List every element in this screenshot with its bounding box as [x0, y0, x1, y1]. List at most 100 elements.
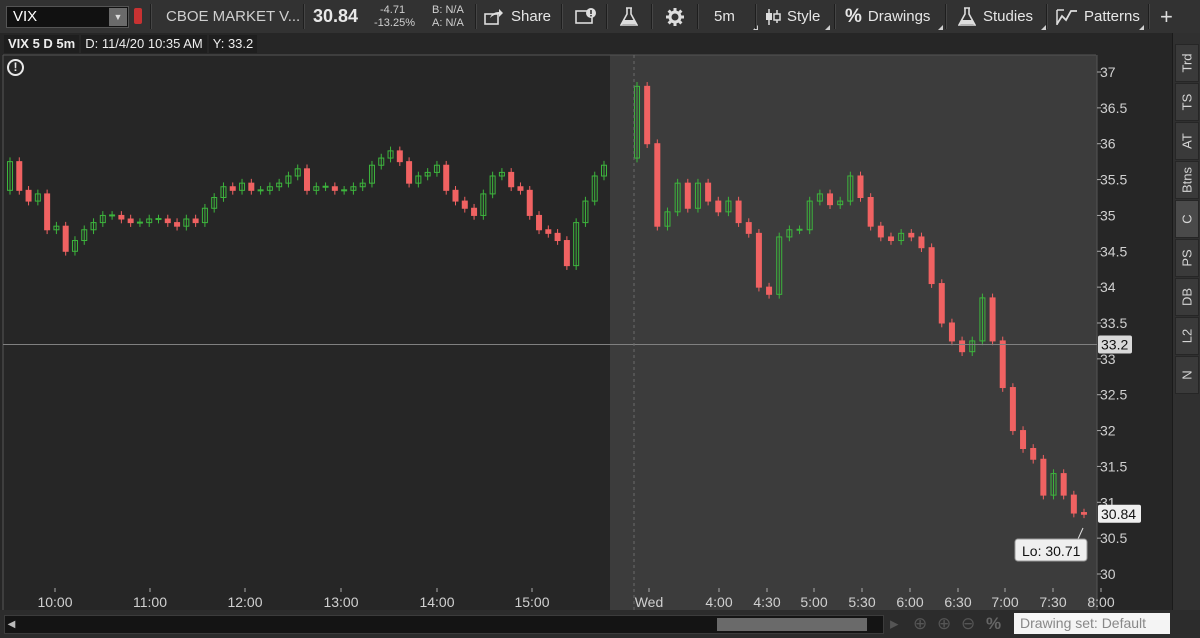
share-button[interactable]: Share	[484, 0, 551, 33]
style-button[interactable]: Style	[764, 0, 832, 33]
side-tab-n[interactable]: N	[1175, 356, 1199, 394]
price-chart[interactable]: 3736.53635.53534.53433.53332.53231.53130…	[0, 33, 1172, 610]
candle-down[interactable]	[705, 182, 712, 202]
candle-down[interactable]	[928, 247, 935, 285]
candle-down[interactable]	[1070, 494, 1077, 514]
timeframe-button[interactable]: 5m	[714, 0, 758, 33]
zoom-out-icon[interactable]: ⊖	[961, 614, 975, 634]
candle-down[interactable]	[517, 186, 524, 191]
candle-down[interactable]	[1081, 512, 1087, 515]
candle-down[interactable]	[44, 193, 51, 231]
drawing-set-field[interactable]: Drawing set: Default	[1014, 613, 1170, 634]
candle-down[interactable]	[471, 207, 478, 216]
side-tab-l2[interactable]: L2	[1175, 317, 1199, 355]
candle-down[interactable]	[999, 340, 1006, 389]
candle-down[interactable]	[396, 150, 403, 163]
alert-flag-icon[interactable]	[134, 8, 142, 24]
drawings-button[interactable]: % Drawings	[845, 0, 945, 33]
candle-down[interactable]	[1009, 387, 1016, 432]
candle-down[interactable]	[16, 161, 23, 191]
candle-down[interactable]	[918, 236, 925, 249]
candle-down[interactable]	[406, 161, 413, 184]
candle-down[interactable]	[554, 232, 561, 242]
candle-down[interactable]	[452, 189, 459, 202]
candle-down[interactable]	[545, 229, 552, 234]
chart-scrollbar[interactable]: ◀	[4, 615, 884, 634]
candle-down[interactable]	[118, 214, 125, 220]
candle-down[interactable]	[644, 85, 651, 145]
candle-down[interactable]	[192, 218, 199, 224]
active-trader-button[interactable]	[575, 0, 597, 33]
candle-up[interactable]	[322, 185, 329, 188]
candle-down[interactable]	[229, 186, 236, 191]
candle-up[interactable]	[155, 218, 162, 221]
candle-down[interactable]	[684, 182, 691, 209]
side-tab-ts[interactable]: TS	[1175, 83, 1199, 121]
candle-down[interactable]	[508, 171, 515, 188]
candle-down[interactable]	[1060, 473, 1067, 496]
candle-up[interactable]	[796, 228, 803, 231]
settings-button[interactable]	[666, 0, 684, 33]
candle-down[interactable]	[908, 232, 915, 238]
candle-down[interactable]	[654, 143, 661, 227]
candle-down[interactable]	[248, 182, 255, 191]
zoom-fit-icon[interactable]: ⊕	[913, 614, 927, 634]
candle-down[interactable]	[127, 218, 134, 224]
candle-down[interactable]	[766, 286, 773, 295]
candle-down[interactable]	[461, 200, 468, 209]
candle-down[interactable]	[827, 193, 834, 206]
scroll-right-icon[interactable]: ▸	[890, 614, 899, 634]
candle-style-icon	[766, 8, 781, 25]
candle-down[interactable]	[331, 186, 338, 191]
candle-down[interactable]	[1020, 430, 1027, 450]
symbol-dropdown-icon[interactable]: ▼	[109, 8, 127, 26]
symbol-input[interactable]: VIX ▼	[6, 6, 129, 28]
side-tab-trd[interactable]: Trd	[1175, 44, 1199, 82]
candle-down[interactable]	[174, 222, 181, 227]
side-tab-ps[interactable]: PS	[1175, 239, 1199, 277]
candle-up[interactable]	[257, 189, 264, 192]
side-tab-c[interactable]: C	[1175, 200, 1199, 238]
candle-down[interactable]	[989, 297, 996, 342]
info-alert-icon[interactable]: !	[7, 59, 24, 76]
candle-down[interactable]	[164, 218, 171, 224]
scroll-thumb[interactable]	[717, 618, 867, 631]
candle-down[interactable]	[867, 197, 874, 227]
style-label: Style	[787, 8, 821, 25]
chart-area[interactable]: 37 36.5 36 35.5 35 34.5 34 33.5 33 32.5 32 31.5 31 30…	[0, 33, 1172, 610]
zoom-in-icon[interactable]: ⊕	[937, 614, 951, 634]
candle-down[interactable]	[745, 222, 752, 234]
candle-down[interactable]	[735, 200, 742, 224]
candle-down[interactable]	[536, 214, 543, 231]
candle-up[interactable]	[109, 214, 116, 217]
candle-down[interactable]	[877, 225, 884, 238]
candle-down[interactable]	[1030, 448, 1037, 460]
candle-down[interactable]	[887, 236, 894, 242]
candle-down[interactable]	[304, 168, 310, 191]
add-button[interactable]: +	[1160, 0, 1173, 33]
patterns-button[interactable]: Patterns	[1056, 0, 1146, 33]
candle-down[interactable]	[959, 340, 966, 353]
candle-down[interactable]	[948, 322, 955, 342]
candle-down[interactable]	[715, 200, 722, 213]
side-tab-label: N	[1179, 370, 1195, 380]
y-tick-label: 35	[1100, 207, 1116, 223]
candle-down[interactable]	[443, 164, 450, 191]
side-tab-db[interactable]: DB	[1175, 278, 1199, 316]
candle-up[interactable]	[136, 221, 143, 224]
side-tab-btns[interactable]: Btns	[1175, 161, 1199, 199]
percent-icon[interactable]: %	[986, 614, 1001, 634]
candle-down[interactable]	[526, 189, 533, 216]
candle-down[interactable]	[62, 225, 69, 252]
candle-down[interactable]	[25, 189, 32, 202]
candle-down[interactable]	[938, 283, 945, 324]
scroll-left-icon[interactable]: ◀	[5, 616, 18, 633]
candle-down[interactable]	[857, 175, 864, 199]
candle-down[interactable]	[755, 232, 762, 288]
candle-down[interactable]	[1040, 458, 1047, 496]
studies-button[interactable]: Studies	[958, 0, 1046, 33]
candle-down[interactable]	[563, 240, 570, 267]
flask-button[interactable]	[620, 0, 638, 33]
candle-up[interactable]	[341, 189, 348, 192]
side-tab-at[interactable]: AT	[1175, 122, 1199, 160]
